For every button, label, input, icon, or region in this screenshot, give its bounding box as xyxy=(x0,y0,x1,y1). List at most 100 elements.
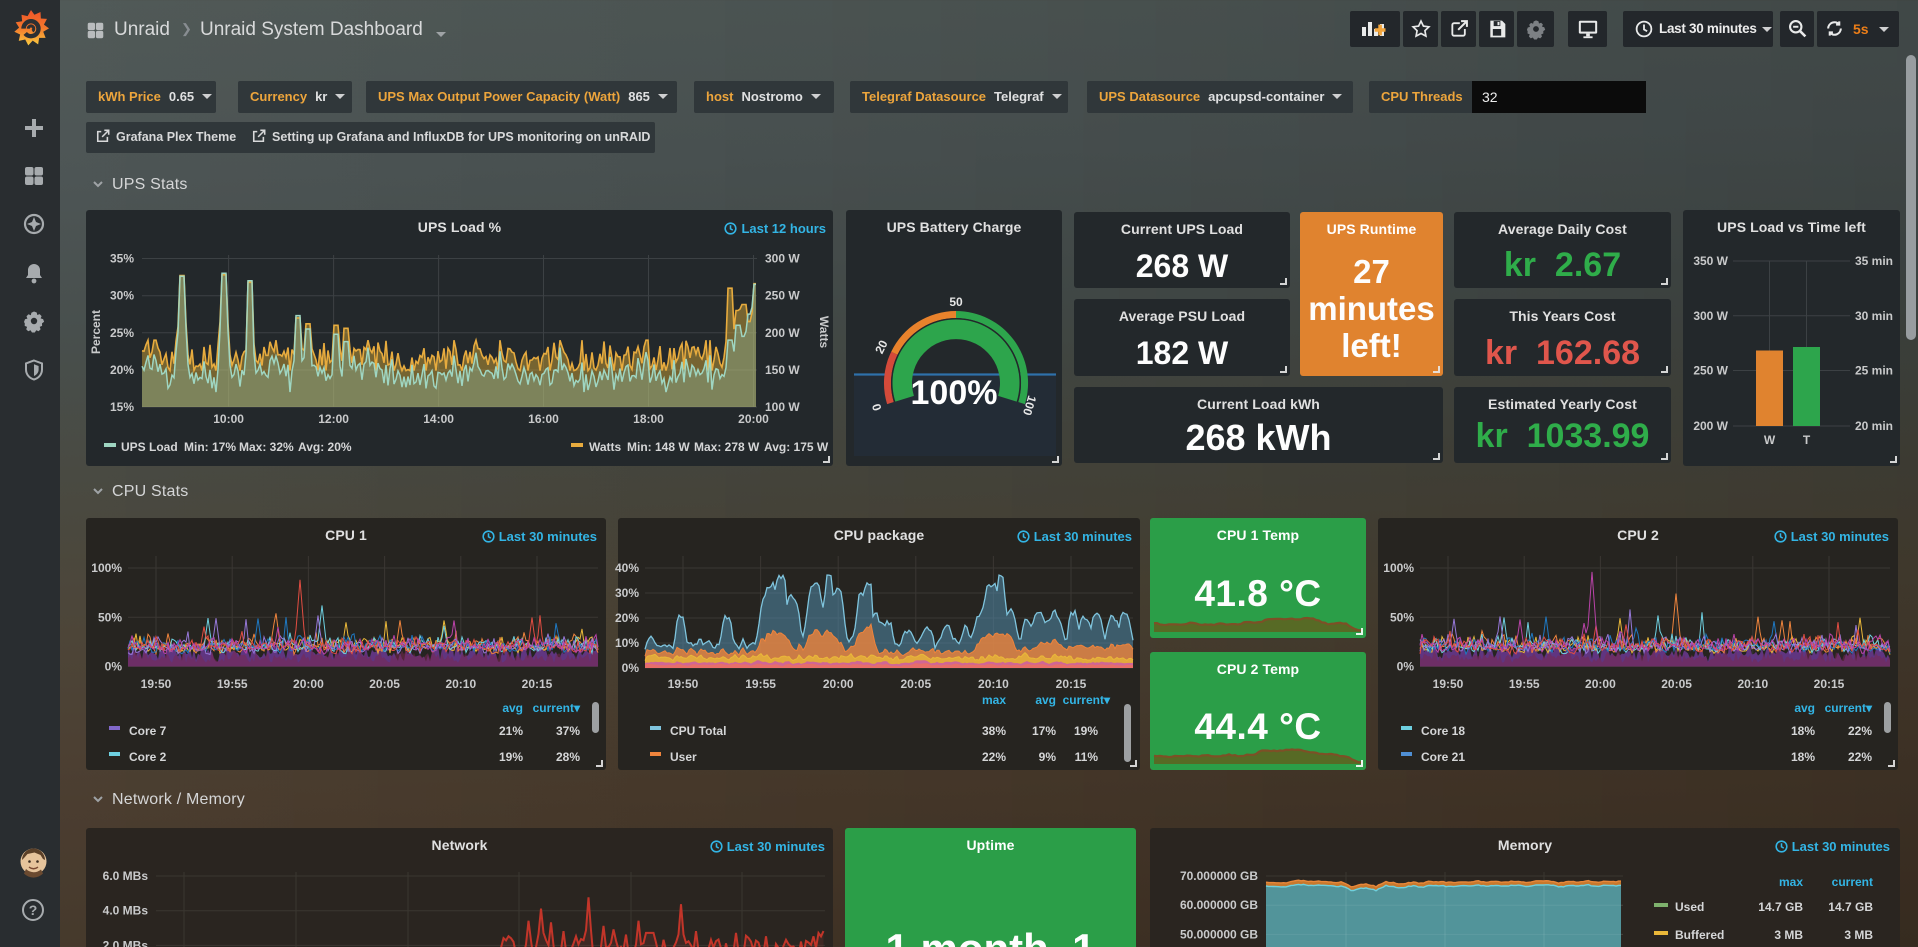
svg-text:30%: 30% xyxy=(615,586,639,600)
svg-text:300 W: 300 W xyxy=(765,252,800,266)
svg-text:12:00: 12:00 xyxy=(318,412,349,426)
svg-text:2.0 MBs: 2.0 MBs xyxy=(103,938,149,947)
svg-text:14.7 GB: 14.7 GB xyxy=(1828,900,1873,914)
svg-text:14.7 GB: 14.7 GB xyxy=(1758,900,1803,914)
svg-text:19:50: 19:50 xyxy=(1433,677,1464,691)
svg-text:max: max xyxy=(1779,875,1803,889)
svg-text:14:00: 14:00 xyxy=(423,412,454,426)
svg-text:25%: 25% xyxy=(110,326,134,340)
svg-text:UPS Load: UPS Load xyxy=(121,440,178,454)
svg-text:20:15: 20:15 xyxy=(1814,677,1845,691)
svg-text:Max: 32%: Max: 32% xyxy=(239,440,294,454)
svg-text:20:05: 20:05 xyxy=(900,677,931,691)
svg-text:3 MB: 3 MB xyxy=(1774,928,1803,942)
svg-text:30 min: 30 min xyxy=(1855,309,1893,323)
svg-text:50: 50 xyxy=(949,295,963,309)
svg-text:50.000000 GB: 50.000000 GB xyxy=(1180,927,1258,941)
svg-text:Min: 148 W: Min: 148 W xyxy=(627,440,690,454)
svg-text:40%: 40% xyxy=(615,561,639,575)
svg-text:15%: 15% xyxy=(110,400,134,414)
svg-text:100%: 100% xyxy=(911,374,998,412)
svg-text:19:55: 19:55 xyxy=(745,677,776,691)
svg-text:150 W: 150 W xyxy=(765,363,800,377)
svg-text:300 W: 300 W xyxy=(1693,309,1728,323)
svg-text:Watts: Watts xyxy=(589,440,622,454)
svg-text:19:55: 19:55 xyxy=(217,677,248,691)
svg-text:100 W: 100 W xyxy=(765,400,800,414)
svg-text:19:50: 19:50 xyxy=(668,677,699,691)
svg-text:250 W: 250 W xyxy=(1693,364,1728,378)
svg-text:T: T xyxy=(1803,433,1811,447)
svg-text:22%: 22% xyxy=(982,750,1006,764)
svg-text:30%: 30% xyxy=(110,289,134,303)
svg-text:200 W: 200 W xyxy=(765,326,800,340)
svg-text:60.000000 GB: 60.000000 GB xyxy=(1180,898,1258,912)
svg-text:350 W: 350 W xyxy=(1693,254,1728,268)
svg-text:20:10: 20:10 xyxy=(445,677,476,691)
svg-text:0%: 0% xyxy=(622,661,640,675)
svg-text:28%: 28% xyxy=(556,750,580,764)
svg-text:20:10: 20:10 xyxy=(978,677,1009,691)
svg-text:20:05: 20:05 xyxy=(369,677,400,691)
svg-text:37%: 37% xyxy=(556,724,580,738)
svg-text:200 W: 200 W xyxy=(1693,419,1728,433)
svg-text:Core 2: Core 2 xyxy=(129,750,167,764)
svg-text:20:00: 20:00 xyxy=(293,677,324,691)
svg-text:35%: 35% xyxy=(110,252,134,266)
svg-text:Max: 278 W: Max: 278 W xyxy=(694,440,760,454)
svg-text:18:00: 18:00 xyxy=(633,412,664,426)
svg-text:19:50: 19:50 xyxy=(141,677,172,691)
svg-text:Core 21: Core 21 xyxy=(1421,750,1465,764)
svg-text:Avg: 20%: Avg: 20% xyxy=(298,440,352,454)
svg-text:20%: 20% xyxy=(615,611,639,625)
svg-text:20:10: 20:10 xyxy=(1737,677,1768,691)
svg-text:Watts: Watts xyxy=(817,316,831,349)
svg-text:25 min: 25 min xyxy=(1855,364,1893,378)
svg-text:current▾: current▾ xyxy=(533,701,581,715)
svg-text:18%: 18% xyxy=(1791,724,1815,738)
svg-text:11%: 11% xyxy=(1075,750,1099,764)
svg-text:CPU Total: CPU Total xyxy=(670,724,726,738)
svg-text:20: 20 xyxy=(872,338,891,356)
svg-text:22%: 22% xyxy=(1848,750,1872,764)
svg-text:6.0 MBs: 6.0 MBs xyxy=(103,869,149,883)
svg-text:20:00: 20:00 xyxy=(823,677,854,691)
svg-text:70.000000 GB: 70.000000 GB xyxy=(1180,869,1258,883)
svg-text:19%: 19% xyxy=(1074,724,1098,738)
svg-text:100%: 100% xyxy=(91,561,122,575)
svg-text:Percent: Percent xyxy=(89,310,103,354)
svg-text:16:00: 16:00 xyxy=(528,412,559,426)
svg-text:0%: 0% xyxy=(105,660,123,674)
svg-text:22%: 22% xyxy=(1848,724,1872,738)
svg-text:avg: avg xyxy=(1794,701,1815,715)
svg-text:avg: avg xyxy=(502,701,523,715)
svg-text:18%: 18% xyxy=(1791,750,1815,764)
svg-text:50%: 50% xyxy=(1390,610,1414,624)
svg-text:20:00: 20:00 xyxy=(738,412,769,426)
svg-text:Core 7: Core 7 xyxy=(129,724,167,738)
svg-text:Core 18: Core 18 xyxy=(1421,724,1465,738)
svg-text:19:55: 19:55 xyxy=(1509,677,1540,691)
svg-text:Avg: 175 W: Avg: 175 W xyxy=(764,440,829,454)
svg-text:max: max xyxy=(982,693,1006,707)
svg-text:17%: 17% xyxy=(1032,724,1056,738)
svg-text:21%: 21% xyxy=(499,724,523,738)
svg-text:9%: 9% xyxy=(1039,750,1057,764)
svg-text:Min: 17%: Min: 17% xyxy=(184,440,236,454)
svg-text:10:00: 10:00 xyxy=(213,412,244,426)
svg-text:100%: 100% xyxy=(1383,561,1414,575)
svg-text:User: User xyxy=(670,750,697,764)
svg-text:3 MB: 3 MB xyxy=(1844,928,1873,942)
svg-text:Buffered: Buffered xyxy=(1675,928,1724,942)
svg-text:50%: 50% xyxy=(98,610,122,624)
svg-text:10%: 10% xyxy=(615,636,639,650)
svg-text:Used: Used xyxy=(1675,900,1704,914)
svg-text:19%: 19% xyxy=(499,750,523,764)
svg-text:20%: 20% xyxy=(110,363,134,377)
svg-text:20:15: 20:15 xyxy=(522,677,553,691)
svg-text:current: current xyxy=(1832,875,1873,889)
svg-text:0%: 0% xyxy=(1397,660,1415,674)
svg-text:35 min: 35 min xyxy=(1855,254,1893,268)
svg-text:current▾: current▾ xyxy=(1063,693,1111,707)
svg-text:20:00: 20:00 xyxy=(1585,677,1616,691)
